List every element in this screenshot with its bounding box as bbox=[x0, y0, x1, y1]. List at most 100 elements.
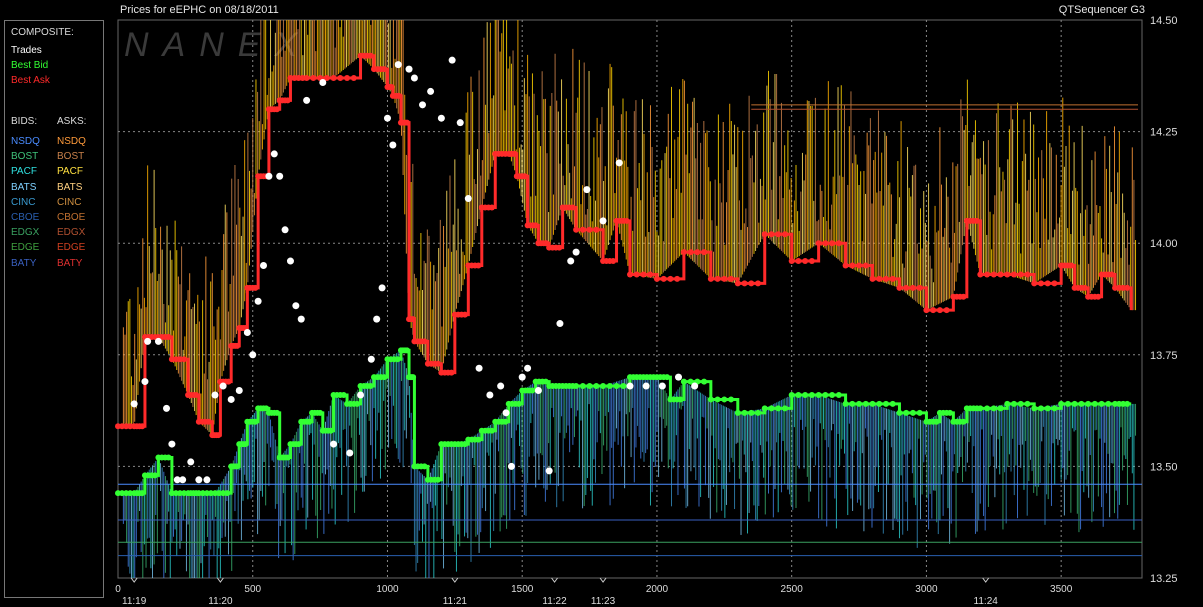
best-ask-point bbox=[997, 271, 1004, 278]
best-bid-point bbox=[808, 391, 815, 398]
best-bid-point bbox=[295, 441, 302, 448]
y-axis: 13.25 13.50 13.75 14.00 14.25 14.50 bbox=[1150, 15, 1178, 585]
best-bid-point bbox=[606, 383, 613, 390]
best-ask-point bbox=[680, 249, 687, 256]
x-tick-label: 3500 bbox=[1050, 584, 1073, 595]
best-bid-point bbox=[573, 383, 580, 390]
best-bid-point bbox=[284, 454, 291, 461]
trade-point bbox=[281, 226, 289, 234]
best-bid-point bbox=[421, 463, 428, 470]
best-bid-point bbox=[600, 383, 607, 390]
best-ask-point bbox=[990, 271, 997, 278]
best-ask-point bbox=[586, 226, 593, 233]
best-ask-point bbox=[1108, 271, 1115, 278]
best-bid-point bbox=[947, 409, 953, 416]
best-bid-point bbox=[1085, 400, 1092, 407]
best-ask-point bbox=[748, 280, 755, 287]
best-bid-point bbox=[916, 409, 923, 416]
best-bid-point bbox=[1044, 405, 1051, 412]
trade-point bbox=[130, 400, 138, 408]
trade-point bbox=[405, 65, 413, 73]
trade-point bbox=[292, 302, 300, 310]
best-ask-point bbox=[435, 360, 441, 367]
best-bid-point bbox=[404, 347, 411, 354]
best-ask-point bbox=[475, 262, 482, 269]
best-bid-point bbox=[1058, 400, 1065, 407]
best-bid-point bbox=[1078, 400, 1085, 407]
best-ask-point bbox=[205, 418, 212, 425]
best-bid-point bbox=[1024, 400, 1031, 407]
trade-point bbox=[187, 458, 195, 466]
best-ask-point bbox=[579, 226, 586, 233]
trade-point bbox=[389, 141, 397, 149]
best-ask-point bbox=[909, 284, 916, 291]
time-label: 11:23 bbox=[591, 596, 616, 607]
best-bid-point bbox=[984, 405, 991, 412]
trade-point bbox=[168, 440, 176, 448]
best-ask-point bbox=[350, 75, 357, 82]
trade-point bbox=[219, 382, 227, 390]
best-ask-point bbox=[1037, 280, 1044, 287]
best-bid-point bbox=[909, 409, 916, 416]
trade-point bbox=[163, 404, 171, 412]
best-ask-point bbox=[633, 271, 640, 278]
best-bid-point bbox=[529, 387, 536, 394]
best-ask-point bbox=[337, 75, 344, 82]
best-ask-point bbox=[849, 262, 856, 269]
best-ask-point bbox=[701, 249, 708, 256]
best-ask-point bbox=[977, 271, 984, 278]
trade-point bbox=[303, 96, 311, 104]
best-bid-point bbox=[755, 409, 761, 416]
best-ask-point bbox=[181, 356, 188, 363]
best-ask-point bbox=[936, 307, 943, 314]
time-marker bbox=[982, 577, 990, 583]
trade-point bbox=[276, 172, 284, 180]
best-ask-point bbox=[165, 333, 172, 340]
trade-point bbox=[265, 172, 273, 180]
y-tick-label: 14.00 bbox=[1150, 238, 1178, 250]
best-bid-point bbox=[707, 396, 714, 403]
best-bid-point bbox=[960, 418, 967, 425]
best-bid-point bbox=[788, 391, 795, 398]
best-ask-point bbox=[193, 391, 200, 398]
best-ask-point bbox=[1031, 280, 1038, 287]
best-bid-point bbox=[990, 405, 997, 412]
best-ask-point bbox=[842, 262, 849, 269]
best-bid-point bbox=[862, 400, 869, 407]
best-bid-point bbox=[242, 441, 249, 448]
trade-point bbox=[518, 373, 526, 381]
best-bid-point bbox=[822, 391, 829, 398]
x-tick-label: 2500 bbox=[781, 584, 804, 595]
trade-point bbox=[502, 409, 510, 417]
trade-point bbox=[154, 337, 162, 345]
y-tick-label: 14.25 bbox=[1150, 127, 1178, 139]
best-bid-point bbox=[165, 454, 172, 461]
best-bid-point bbox=[515, 400, 522, 407]
best-ask-point bbox=[728, 275, 735, 282]
best-bid-point bbox=[734, 409, 741, 416]
y-tick-label: 14.50 bbox=[1150, 15, 1178, 27]
best-ask-point bbox=[1081, 284, 1088, 291]
best-bid-point bbox=[869, 400, 876, 407]
best-ask-point bbox=[1017, 271, 1024, 278]
trade-point bbox=[249, 351, 257, 359]
best-ask-point bbox=[856, 262, 863, 269]
trade-point bbox=[141, 378, 149, 386]
trade-point bbox=[203, 476, 211, 484]
trade-point bbox=[456, 119, 464, 127]
best-ask-point bbox=[835, 240, 842, 247]
best-bid-point bbox=[664, 374, 671, 381]
best-ask-point bbox=[653, 275, 660, 282]
best-bid-point bbox=[1098, 400, 1105, 407]
best-ask-point bbox=[448, 369, 455, 376]
best-bid-point bbox=[224, 490, 231, 497]
x-tick-label: 500 bbox=[244, 584, 261, 595]
x-tick-label: 3000 bbox=[915, 584, 938, 595]
best-bid-point bbox=[997, 405, 1004, 412]
best-bid-point bbox=[896, 409, 903, 416]
best-ask-point bbox=[330, 75, 337, 82]
trade-point bbox=[599, 217, 607, 225]
best-bid-point bbox=[152, 472, 159, 479]
trade-point bbox=[497, 382, 505, 390]
best-bid-point bbox=[502, 418, 509, 425]
